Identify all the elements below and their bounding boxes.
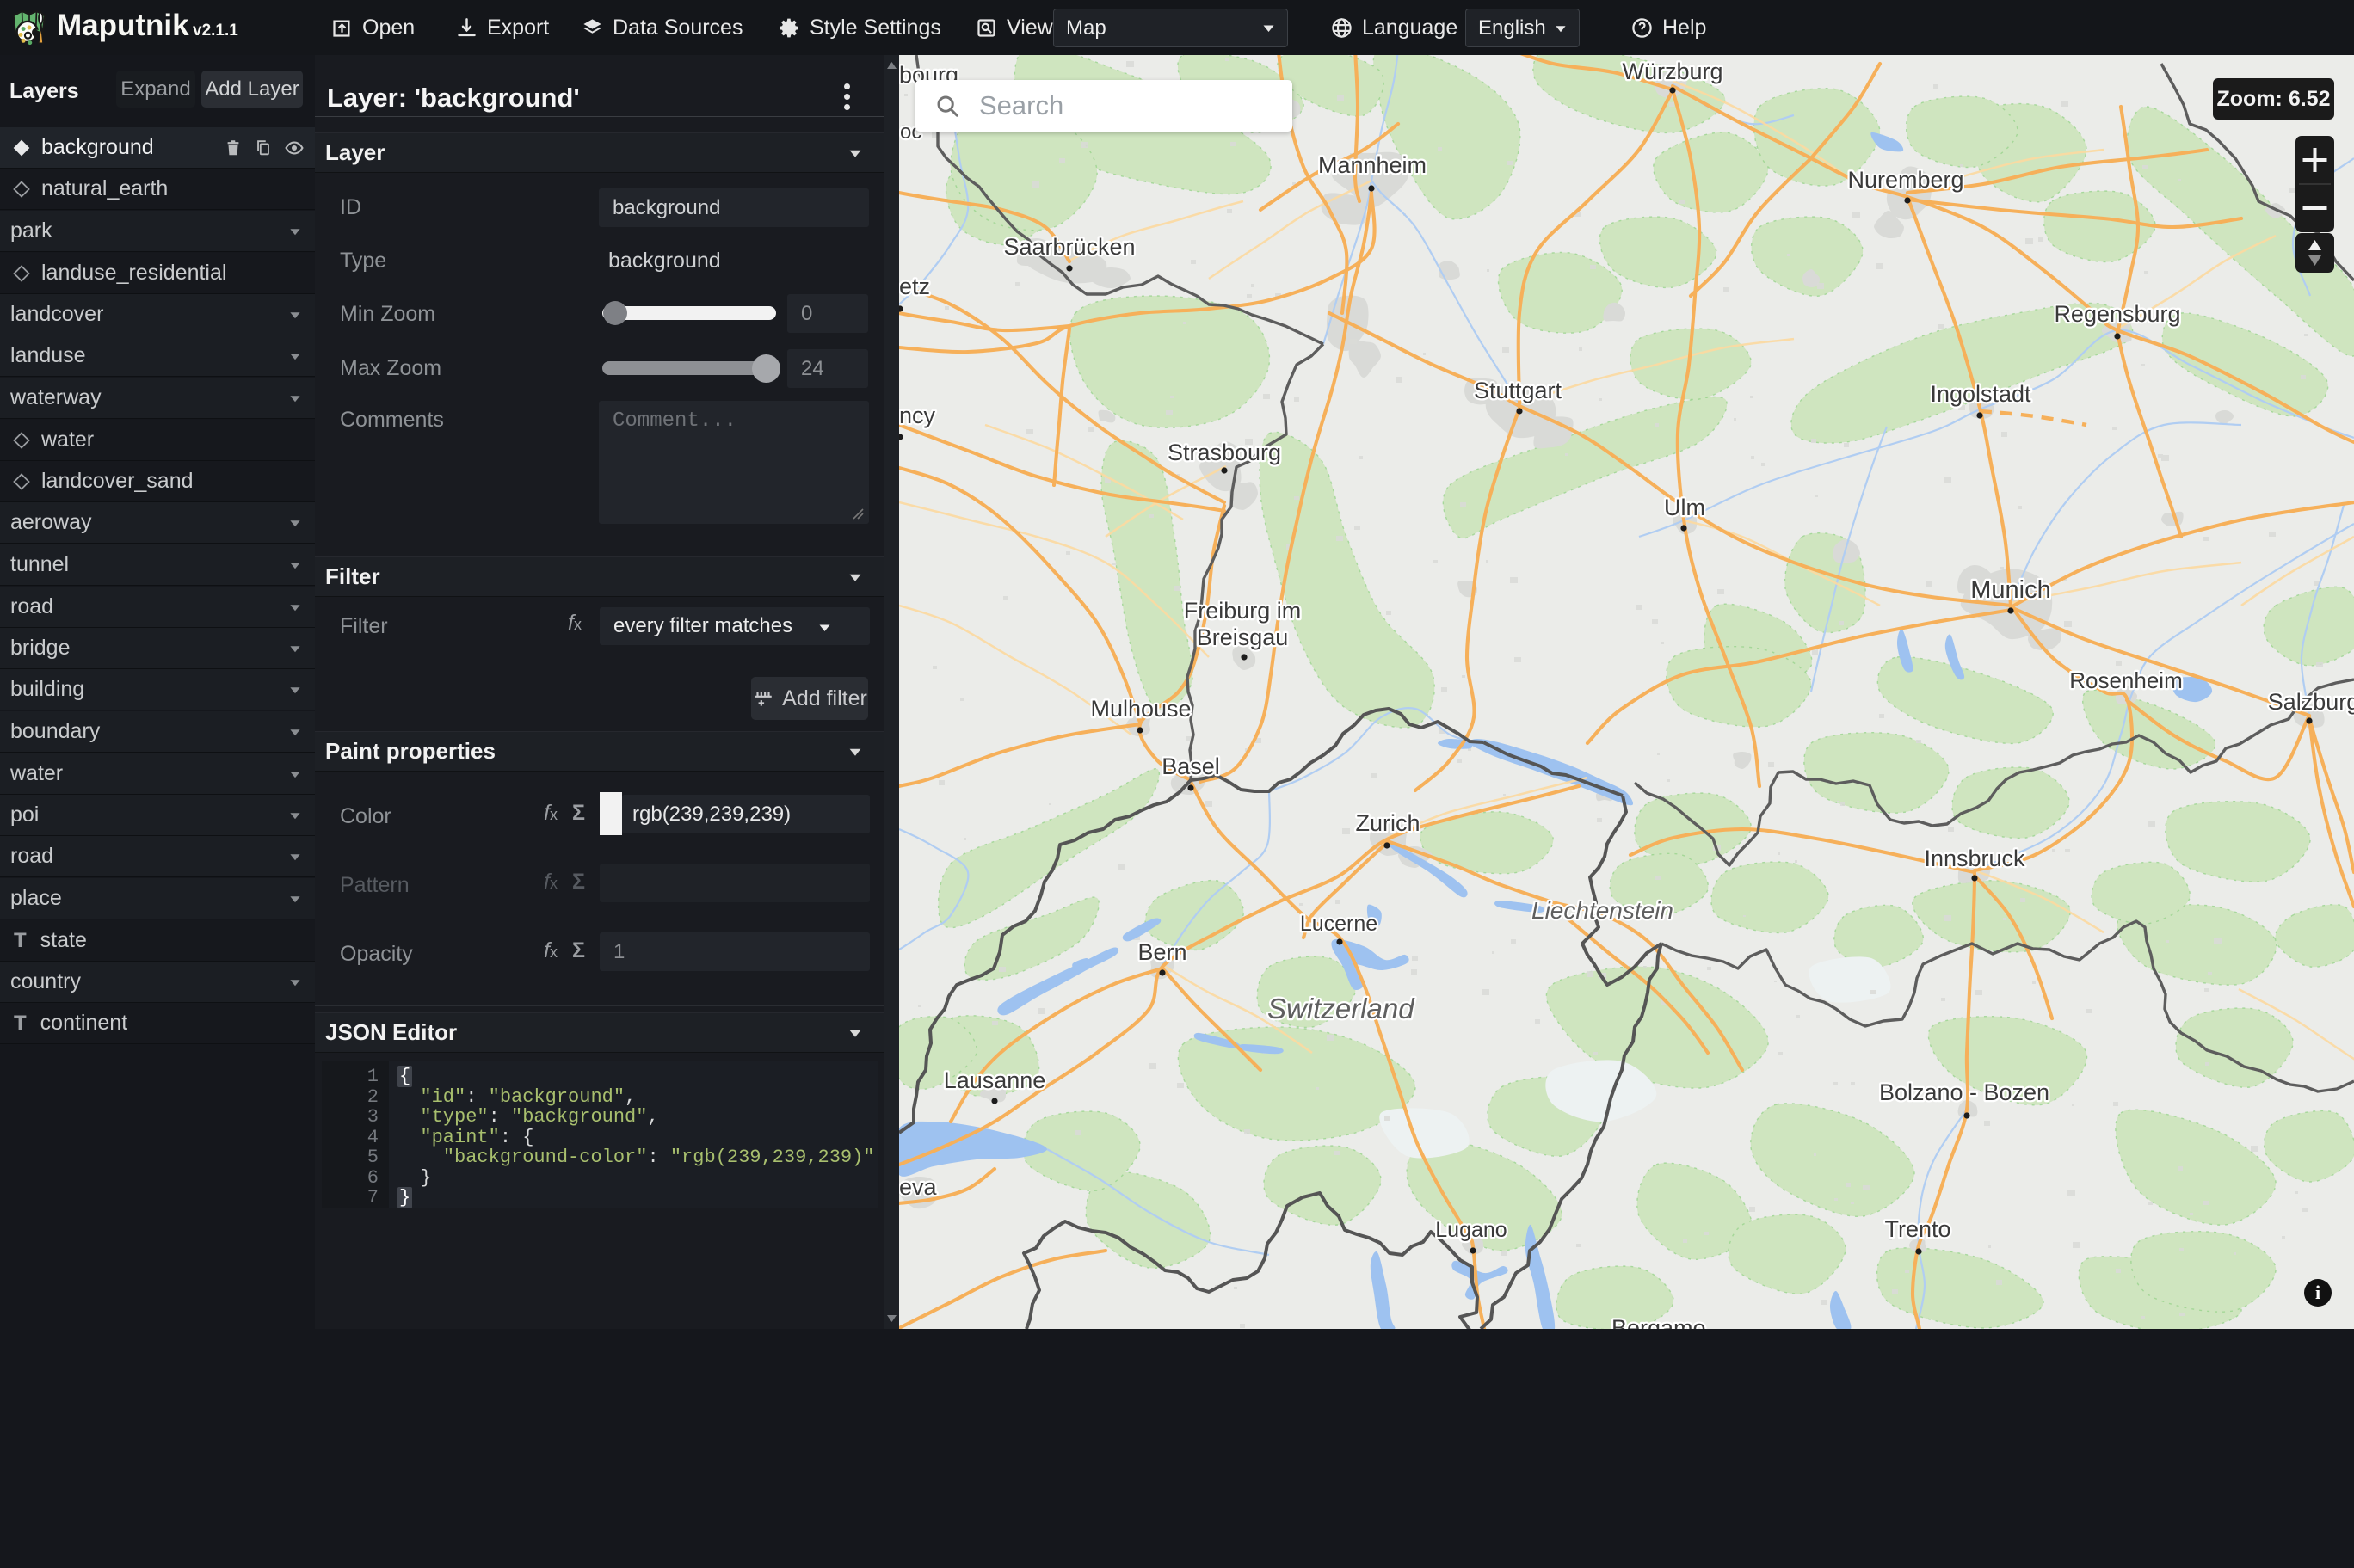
svg-text:Bern: Bern bbox=[1137, 939, 1186, 965]
svg-text:Bolzano - Bozen: Bolzano - Bozen bbox=[1879, 1079, 2049, 1105]
svg-text:Basel: Basel bbox=[1162, 753, 1220, 779]
svg-text:Ingolstadt: Ingolstadt bbox=[1930, 381, 2031, 407]
svg-text:Würzburg: Würzburg bbox=[1622, 58, 1722, 84]
svg-text:Strasbourg: Strasbourg bbox=[1168, 440, 1281, 465]
svg-text:Innsbruck: Innsbruck bbox=[1924, 845, 2025, 871]
svg-text:ncy: ncy bbox=[899, 403, 936, 428]
svg-text:etz: etz bbox=[899, 274, 930, 299]
svg-text:Rosenheim: Rosenheim bbox=[2069, 667, 2183, 693]
svg-text:Salzburg: Salzburg bbox=[2268, 689, 2354, 715]
svg-text:Lucerne: Lucerne bbox=[1300, 912, 1377, 936]
svg-text:Liechtenstein: Liechtenstein bbox=[1531, 897, 1673, 924]
svg-text:Zurich: Zurich bbox=[1355, 810, 1420, 836]
svg-text:Mannheim: Mannheim bbox=[1318, 152, 1427, 178]
svg-text:Saarbrücken: Saarbrücken bbox=[1003, 234, 1135, 260]
svg-text:Lausanne: Lausanne bbox=[944, 1067, 1046, 1093]
svg-text:Switzerland: Switzerland bbox=[1267, 993, 1415, 1024]
svg-text:Ulm: Ulm bbox=[1664, 495, 1705, 520]
svg-text:Bergamo: Bergamo bbox=[1611, 1315, 1706, 1329]
svg-text:Nuremberg: Nuremberg bbox=[1847, 167, 1963, 193]
svg-text:Trento: Trento bbox=[1884, 1216, 1950, 1242]
svg-text:Lugano: Lugano bbox=[1435, 1218, 1507, 1242]
svg-text:Stuttgart: Stuttgart bbox=[1474, 378, 1562, 403]
svg-text:Regensburg: Regensburg bbox=[2054, 301, 2180, 327]
svg-text:Mulhouse: Mulhouse bbox=[1090, 696, 1191, 722]
svg-text:eva: eva bbox=[899, 1174, 938, 1200]
svg-text:Freiburg im: Freiburg im bbox=[1184, 598, 1302, 624]
svg-text:Breisgau: Breisgau bbox=[1197, 624, 1289, 650]
svg-text:Munich: Munich bbox=[1970, 576, 2051, 604]
